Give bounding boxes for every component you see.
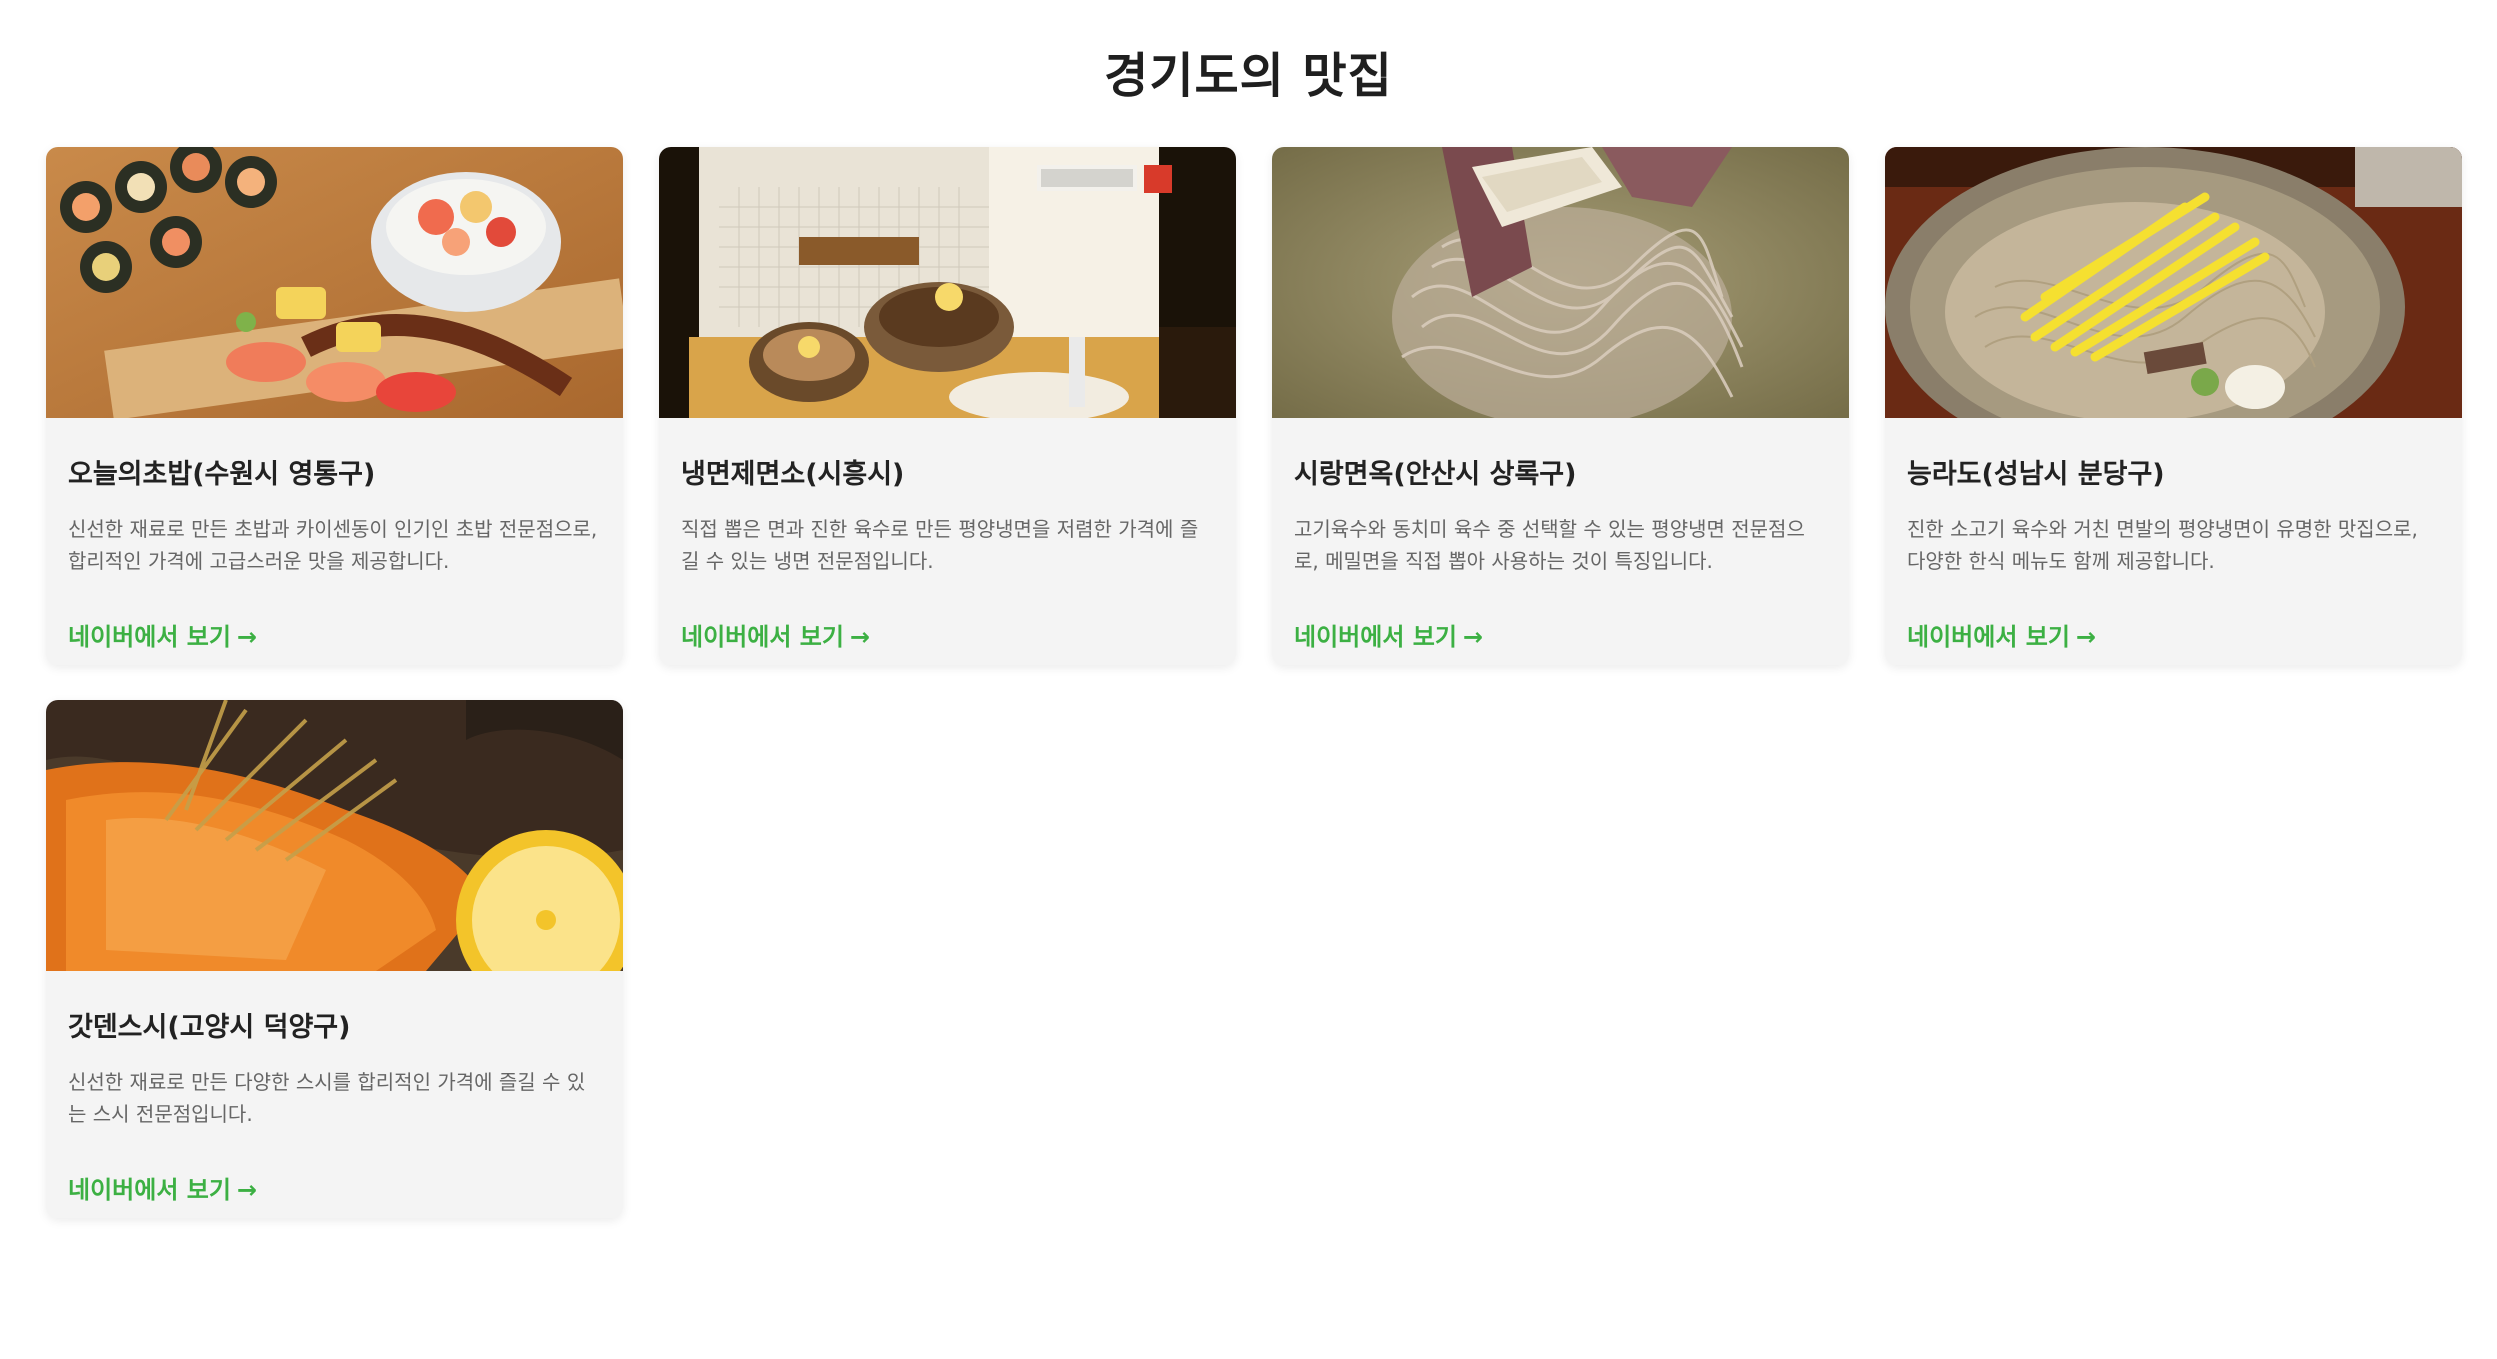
restaurant-card[interactable]: 시랑면옥(안산시 상록구) 고기육수와 동치미 육수 중 선택할 수 있는 평양… <box>1272 147 1849 665</box>
naver-link[interactable]: 네이버에서 보기 → <box>681 617 870 652</box>
arrow-right-icon: → <box>1462 623 1484 651</box>
naver-link-label: 네이버에서 보기 <box>1294 623 1457 651</box>
restaurant-description: 신선한 재료로 만든 다양한 스시를 합리적인 가격에 즐길 수 있는 스시 전… <box>68 1070 586 1126</box>
restaurant-name: 능라도(성남시 분당구) <box>1907 459 2165 490</box>
restaurant-card[interactable]: 능라도(성남시 분당구) 진한 소고기 육수와 거친 면발의 평양냉면이 유명한… <box>1885 147 2462 665</box>
card-body: 갓덴스시(고양시 덕양구) 신선한 재료로 만든 다양한 스시를 합리적인 가격… <box>46 971 623 1205</box>
restaurant-description: 진한 소고기 육수와 거친 면발의 평양냉면이 유명한 맛집으로, 다양한 한식… <box>1907 517 2418 573</box>
restaurant-card[interactable]: 냉면제면소(시흥시) 직접 뽑은 면과 진한 육수로 만든 평양냉면을 저렴한 … <box>659 147 1236 665</box>
page-title: 경기도의 맛집 <box>1104 48 1393 104</box>
naver-link[interactable]: 네이버에서 보기 → <box>1294 617 1483 652</box>
restaurant-description: 고기육수와 동치미 육수 중 선택할 수 있는 평양냉면 전문점으로, 메밀면을… <box>1294 517 1805 573</box>
restaurant-grid: 오늘의초밥(수원시 영통구) 신선한 재료로 만든 초밥과 카이센동이 인기인 … <box>46 147 2462 1218</box>
restaurant-description: 직접 뽑은 면과 진한 육수로 만든 평양냉면을 저렴한 가격에 즐길 수 있는… <box>681 517 1199 573</box>
naengmyeon-shop-photo <box>659 147 1236 418</box>
cold-noodle-broth-photo <box>1272 147 1849 418</box>
arrow-right-icon: → <box>849 623 871 651</box>
restaurant-name: 갓덴스시(고양시 덕양구) <box>68 1012 351 1043</box>
naver-link-label: 네이버에서 보기 <box>681 623 844 651</box>
card-body: 냉면제면소(시흥시) 직접 뽑은 면과 진한 육수로 만든 평양냉면을 저렴한 … <box>659 418 1236 652</box>
page: 경기도의 맛집 오늘의초밥(수원시 영통구) 신선한 재료로 만든 초밥과 카이… <box>0 0 2497 1359</box>
sushi-platter-photo <box>46 147 623 418</box>
restaurant-name: 오늘의초밥(수원시 영통구) <box>68 459 376 490</box>
naver-link[interactable]: 네이버에서 보기 → <box>68 617 257 652</box>
restaurant-description: 신선한 재료로 만든 초밥과 카이센동이 인기인 초밥 전문점으로, 합리적인 … <box>68 517 598 573</box>
naver-link[interactable]: 네이버에서 보기 → <box>1907 617 2096 652</box>
restaurant-name: 냉면제면소(시흥시) <box>681 459 905 490</box>
arrow-right-icon: → <box>2075 623 2097 651</box>
naver-link-label: 네이버에서 보기 <box>1907 623 2070 651</box>
arrow-right-icon: → <box>236 1176 258 1204</box>
naver-link[interactable]: 네이버에서 보기 → <box>68 1170 257 1205</box>
restaurant-card[interactable]: 갓덴스시(고양시 덕양구) 신선한 재료로 만든 다양한 스시를 합리적인 가격… <box>46 700 623 1218</box>
seared-salmon-photo <box>46 700 623 971</box>
card-body: 오늘의초밥(수원시 영통구) 신선한 재료로 만든 초밥과 카이센동이 인기인 … <box>46 418 623 652</box>
card-body: 능라도(성남시 분당구) 진한 소고기 육수와 거친 면발의 평양냉면이 유명한… <box>1885 418 2462 652</box>
restaurant-name: 시랑면옥(안산시 상록구) <box>1294 459 1577 490</box>
arrow-right-icon: → <box>236 623 258 651</box>
card-body: 시랑면옥(안산시 상록구) 고기육수와 동치미 육수 중 선택할 수 있는 평양… <box>1272 418 1849 652</box>
naver-link-label: 네이버에서 보기 <box>68 623 231 651</box>
restaurant-card[interactable]: 오늘의초밥(수원시 영통구) 신선한 재료로 만든 초밥과 카이센동이 인기인 … <box>46 147 623 665</box>
naver-link-label: 네이버에서 보기 <box>68 1176 231 1204</box>
naengmyeon-bowl-photo <box>1885 147 2462 418</box>
